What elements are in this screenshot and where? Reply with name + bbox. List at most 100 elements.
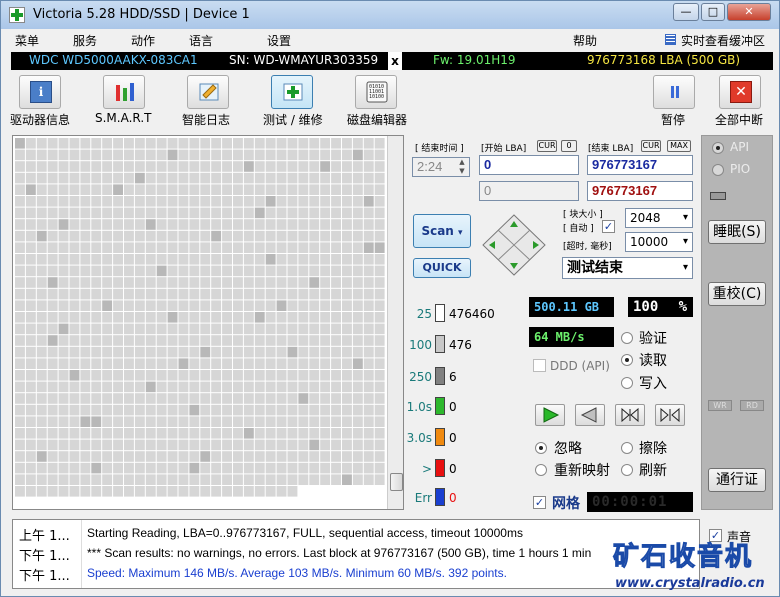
end-max-button[interactable]: MAX bbox=[667, 140, 691, 152]
surface-block bbox=[254, 451, 265, 462]
surface-block bbox=[69, 242, 80, 253]
refresh-radio[interactable] bbox=[621, 464, 633, 476]
surface-block bbox=[287, 219, 298, 230]
end-lba-field[interactable]: 976773167 bbox=[587, 155, 693, 175]
menu-language[interactable]: 语言 bbox=[189, 32, 213, 49]
surface-block bbox=[178, 381, 189, 393]
surface-block bbox=[243, 196, 254, 207]
surface-block bbox=[298, 428, 309, 439]
erase-radio[interactable] bbox=[621, 442, 633, 454]
ddd-checkbox[interactable] bbox=[533, 359, 546, 372]
surface-block bbox=[211, 184, 222, 195]
surface-block bbox=[331, 161, 341, 172]
grid-checkbox[interactable]: ✓ bbox=[533, 496, 546, 509]
pio-radio[interactable] bbox=[712, 164, 724, 176]
verify-radio[interactable] bbox=[621, 332, 633, 344]
read-radio[interactable] bbox=[621, 354, 633, 366]
step-end-button[interactable] bbox=[655, 404, 685, 426]
remap-radio[interactable] bbox=[535, 464, 547, 476]
drive-info-button[interactable]: i bbox=[19, 75, 61, 109]
surface-block bbox=[58, 288, 69, 300]
menu-cache-view[interactable]: 实时查看缓冲区 bbox=[681, 32, 765, 49]
write-radio[interactable] bbox=[621, 377, 633, 389]
surface-block bbox=[287, 451, 298, 462]
smart-button[interactable] bbox=[103, 75, 145, 109]
surface-block bbox=[58, 346, 69, 358]
menu-settings[interactable]: 设置 bbox=[267, 32, 291, 49]
surface-block bbox=[156, 207, 167, 219]
surface-block bbox=[298, 474, 309, 485]
menu-action[interactable]: 动作 bbox=[131, 32, 155, 49]
menu-main[interactable]: 菜单 bbox=[15, 32, 39, 49]
smart-log-button[interactable] bbox=[187, 75, 229, 109]
sleep-button[interactable]: 睡眠(S) bbox=[708, 220, 766, 244]
surface-block bbox=[298, 138, 309, 149]
surface-block bbox=[298, 149, 309, 161]
surface-block bbox=[15, 335, 25, 346]
surface-block bbox=[124, 404, 134, 416]
pause-button[interactable] bbox=[653, 75, 695, 109]
surface-block bbox=[178, 312, 189, 323]
recalibrate-button[interactable]: 重校(C) bbox=[708, 282, 766, 306]
log-entry[interactable]: 下午 1... Speed: Maximum 146 MB/s. Average … bbox=[13, 562, 701, 584]
passport-button[interactable]: 通行证 bbox=[708, 468, 766, 492]
abort-all-button[interactable]: ✕ bbox=[719, 75, 761, 109]
time-spinner-icon[interactable]: ▲ ▼ bbox=[455, 158, 469, 176]
end-cur-button[interactable]: CUR bbox=[641, 140, 661, 152]
surface-block bbox=[363, 381, 374, 393]
auto-checkbox[interactable]: ✓ bbox=[602, 220, 615, 233]
surface-block bbox=[178, 288, 189, 300]
surface-block bbox=[47, 451, 58, 462]
surface-block bbox=[276, 370, 287, 381]
log-entry[interactable]: 下午 1... *** Scan results: no warnings, no… bbox=[13, 542, 701, 564]
right-panel: API PIO 睡眠(S) 重校(C) WR RD 通行证 bbox=[701, 135, 773, 510]
surface-block bbox=[189, 149, 200, 161]
quick-button[interactable]: QUICK bbox=[413, 258, 471, 278]
minimize-button[interactable]: — bbox=[673, 3, 699, 21]
log-time: 下午 1... bbox=[19, 569, 70, 584]
disk-editor-button[interactable]: 01010 11001 10100 bbox=[355, 75, 397, 109]
menu-help[interactable]: 帮助 bbox=[573, 32, 597, 49]
surface-block bbox=[200, 242, 211, 253]
ignore-radio[interactable] bbox=[535, 442, 547, 454]
play-button[interactable] bbox=[535, 404, 565, 426]
surface-block bbox=[58, 149, 69, 161]
close-button[interactable]: ✕ bbox=[727, 3, 771, 21]
surface-block bbox=[276, 346, 287, 358]
block-size-select[interactable]: 2048 bbox=[625, 208, 693, 228]
surface-block bbox=[178, 462, 189, 474]
test-repair-button[interactable] bbox=[271, 75, 313, 109]
surface-block bbox=[352, 381, 363, 393]
surface-block bbox=[58, 184, 69, 195]
surface-block bbox=[309, 196, 320, 207]
reverse-button[interactable] bbox=[575, 404, 605, 426]
current-lba-field: 0 bbox=[479, 181, 579, 201]
scan-button[interactable]: Scan ▾ bbox=[413, 214, 471, 248]
map-scrollbar-thumb[interactable] bbox=[390, 473, 403, 491]
start-lba-field[interactable]: 0 bbox=[479, 155, 579, 175]
surface-block bbox=[113, 265, 123, 277]
maximize-button[interactable]: □ bbox=[701, 3, 725, 21]
start-cur-button[interactable]: CUR bbox=[537, 140, 557, 152]
surface-block bbox=[374, 265, 385, 277]
scan-status-select[interactable]: 测试结束 bbox=[562, 257, 693, 279]
surface-block bbox=[189, 462, 200, 474]
map-scrollbar[interactable] bbox=[387, 136, 403, 509]
surface-block bbox=[298, 323, 309, 335]
timeout-select[interactable]: 10000 bbox=[625, 232, 693, 252]
surface-block bbox=[254, 184, 265, 195]
surface-block bbox=[254, 254, 265, 265]
start-zero-button[interactable]: 0 bbox=[561, 140, 577, 152]
log-entry[interactable]: 上午 1... Starting Reading, LBA=0..97677316… bbox=[13, 522, 701, 544]
drive-close-button[interactable]: x bbox=[388, 52, 402, 70]
cache-view-icon[interactable] bbox=[665, 34, 676, 45]
surface-block bbox=[156, 230, 167, 242]
api-radio[interactable] bbox=[712, 142, 724, 154]
surface-block bbox=[15, 230, 25, 242]
surface-block bbox=[134, 393, 145, 404]
surface-block bbox=[320, 416, 331, 427]
step-back-button[interactable] bbox=[615, 404, 645, 426]
direction-pad-icon[interactable] bbox=[481, 213, 547, 277]
menu-service[interactable]: 服务 bbox=[73, 32, 97, 49]
surface-block bbox=[36, 335, 47, 346]
